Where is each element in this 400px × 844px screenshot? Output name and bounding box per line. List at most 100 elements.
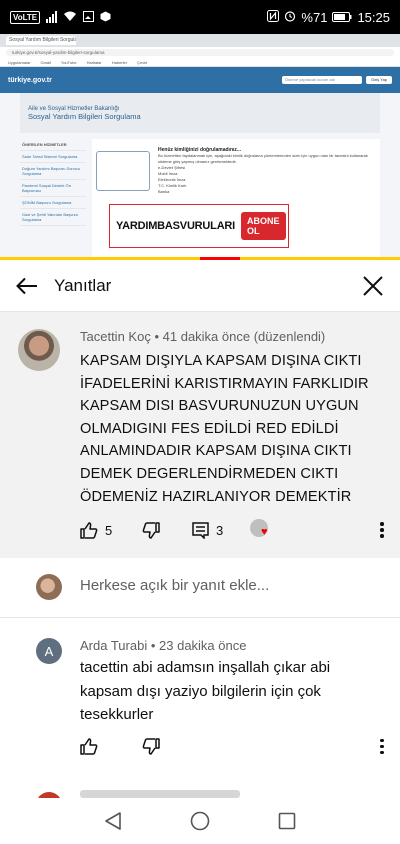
thumb-down-icon bbox=[142, 738, 160, 755]
like-button[interactable]: 5 bbox=[80, 521, 142, 539]
comment-time: 23 dakika önce bbox=[159, 638, 247, 653]
square-recent-icon bbox=[278, 812, 295, 830]
battery-icon bbox=[332, 10, 352, 25]
more-options-button[interactable] bbox=[374, 522, 390, 538]
like-button[interactable] bbox=[80, 738, 142, 755]
reply-comment: A Arda Turabi • 23 dakika önce tacettin … bbox=[0, 630, 400, 770]
reply-input-row bbox=[0, 558, 400, 618]
auth-method: T.C. Kimlik Kartı bbox=[158, 183, 187, 188]
site-notice: Henüz kimliğinizi doğrulamadınız... Bu h… bbox=[158, 147, 372, 195]
subscribe-button-overlay: ABONE OL bbox=[241, 212, 286, 240]
more-vert-icon bbox=[380, 738, 384, 755]
comment-time: 41 dakika önce bbox=[162, 329, 251, 344]
dislike-button[interactable] bbox=[142, 738, 192, 755]
auth-method: Mobil İmza bbox=[158, 171, 178, 176]
package-notification-icon bbox=[100, 11, 111, 24]
like-count: 5 bbox=[105, 522, 113, 538]
thumb-down-icon bbox=[142, 521, 160, 539]
site-sidebar-item: Doğum Yardımı Başvuru Sonucu Sorgulama bbox=[20, 163, 86, 180]
bookmark: Çeviri bbox=[137, 59, 148, 65]
auth-method: Banka bbox=[158, 189, 170, 194]
browser-tab-strip: Sosyal Yardım Bilgileri Sorgulama bbox=[0, 34, 400, 47]
comment-author[interactable]: Arda Turabi bbox=[80, 638, 147, 653]
site-title-bar: Aile ve Sosyal Hizmetler Bakanlığı Sosya… bbox=[20, 93, 380, 133]
comment-text: tacettin abi adamsın inşallah çıkar abi … bbox=[80, 659, 331, 723]
browser-bookmarks: Uygulamalar Gmail YouTube Haritalar Habe… bbox=[0, 58, 400, 67]
comment-meta: Tacettin Koç • 41 dakika önce (düzenlend… bbox=[80, 329, 325, 344]
comment-actions bbox=[80, 738, 390, 755]
creator-heart: ♥ bbox=[250, 519, 272, 541]
triangle-back-icon bbox=[105, 812, 122, 830]
arrow-left-icon bbox=[16, 277, 37, 294]
browser-url: turkiye.gov.tr/sosyal-yardim-bilgileri-s… bbox=[6, 49, 394, 56]
dislike-button[interactable] bbox=[142, 521, 192, 539]
status-bar: VoLTE %71 15:25 bbox=[0, 0, 400, 34]
replies-count: 3 bbox=[216, 522, 224, 538]
comment-actions: 5 3 ♥ bbox=[80, 519, 390, 541]
bookmark: Haberler bbox=[111, 59, 128, 65]
site-kicker: Aile ve Sosyal Hizmetler Bakanlığı bbox=[28, 105, 120, 112]
main-comment: Tacettin Koç • 41 dakika önce (düzenlend… bbox=[0, 312, 400, 558]
battery-text: %71 bbox=[301, 9, 328, 25]
comment-icon bbox=[192, 521, 209, 539]
comment-edited: (düzenlendi) bbox=[253, 329, 326, 344]
user-avatar bbox=[36, 574, 62, 600]
reply-input[interactable] bbox=[80, 577, 370, 594]
site-sidebar-item: Pandemi Sosyal Destek Ön Başvurusu bbox=[20, 180, 86, 197]
replies-header: Yanıtlar bbox=[0, 260, 400, 312]
site-header: türkiye.gov.tr Ödeme yapılacak kurum adı… bbox=[0, 67, 400, 93]
comment-meta-placeholder bbox=[80, 790, 240, 798]
thumb-up-icon bbox=[80, 738, 98, 755]
system-nav-bar bbox=[0, 798, 400, 844]
bookmark: Haritalar bbox=[86, 59, 102, 65]
site-sidebar-item: Gazi ve Şehit Yakınları Başvuru Sorgulam… bbox=[20, 209, 86, 226]
channel-banner-text: YARDIMBASVURULARI bbox=[116, 220, 236, 232]
auth-method: e-Devlet Şifresi bbox=[158, 165, 186, 170]
site-sidebar: ÖNERİLEN HİZMETLER Sade Tahsil Sistemi S… bbox=[20, 139, 86, 260]
site-sidebar-item: Sade Tahsil Sistemi Sorgulama bbox=[20, 151, 86, 163]
signal-icon bbox=[46, 11, 58, 23]
image-notification-icon bbox=[83, 10, 95, 24]
site-page-title: Aile ve Sosyal Hizmetler Bakanlığı Sosya… bbox=[28, 106, 141, 121]
clock: 15:25 bbox=[357, 9, 390, 25]
avatar[interactable]: A bbox=[36, 638, 62, 664]
site-sidebar-heading: ÖNERİLEN HİZMETLER bbox=[20, 139, 86, 151]
circle-home-icon bbox=[190, 811, 210, 831]
site-login: Giriş Yap bbox=[366, 76, 392, 84]
alarm-icon bbox=[284, 10, 296, 25]
site-logo: türkiye.gov.tr bbox=[8, 76, 52, 84]
id-card-illustration bbox=[96, 151, 150, 191]
separator-dot: • bbox=[154, 329, 160, 344]
nav-recent-button[interactable] bbox=[267, 801, 307, 841]
replies-count-button[interactable]: 3 bbox=[192, 521, 250, 539]
next-comment-partial bbox=[0, 788, 400, 798]
back-button[interactable] bbox=[0, 260, 54, 312]
browser-address-bar: turkiye.gov.tr/sosyal-yardim-bilgileri-s… bbox=[0, 47, 400, 58]
browser-tab: Sosyal Yardım Bilgileri Sorgulama bbox=[6, 36, 76, 45]
bookmark: Gmail bbox=[40, 59, 51, 65]
more-options-button[interactable] bbox=[374, 738, 390, 755]
bookmark: YouTube bbox=[60, 59, 77, 65]
more-vert-icon bbox=[380, 522, 384, 538]
video-player[interactable]: Sosyal Yardım Bilgileri Sorgulama turkiy… bbox=[0, 34, 400, 260]
channel-banner: YARDIMBASVURULARI ABONE OL bbox=[109, 204, 289, 248]
heart-icon: ♥ bbox=[261, 526, 268, 538]
auth-method: Elektronik İmza bbox=[158, 177, 186, 182]
close-button[interactable] bbox=[346, 260, 400, 312]
nav-back-button[interactable] bbox=[93, 801, 133, 841]
comment-meta: Arda Turabi • 23 dakika önce bbox=[80, 638, 246, 653]
volte-indicator: VoLTE bbox=[10, 10, 41, 24]
close-icon bbox=[363, 275, 383, 296]
separator-dot: • bbox=[150, 638, 156, 653]
site-notice-text: Bu hizmetten faydalanmak için, aşağıdaki… bbox=[158, 153, 368, 164]
thumb-up-icon bbox=[80, 521, 98, 539]
nav-home-button[interactable] bbox=[180, 801, 220, 841]
site-sidebar-item: ŞÖNİM Başvuru Sorgulama bbox=[20, 197, 86, 209]
avatar[interactable] bbox=[18, 329, 60, 371]
wifi-icon bbox=[63, 11, 77, 24]
comment-text: KAPSAM DIŞIYLA KAPSAM DIŞINA CIKTI İFADE… bbox=[80, 353, 369, 505]
nfc-icon bbox=[267, 9, 280, 25]
comment-author[interactable]: Tacettin Koç bbox=[80, 329, 151, 344]
site-search: Ödeme yapılacak kurum adı bbox=[282, 76, 362, 84]
bookmark: Uygulamalar bbox=[8, 59, 31, 65]
